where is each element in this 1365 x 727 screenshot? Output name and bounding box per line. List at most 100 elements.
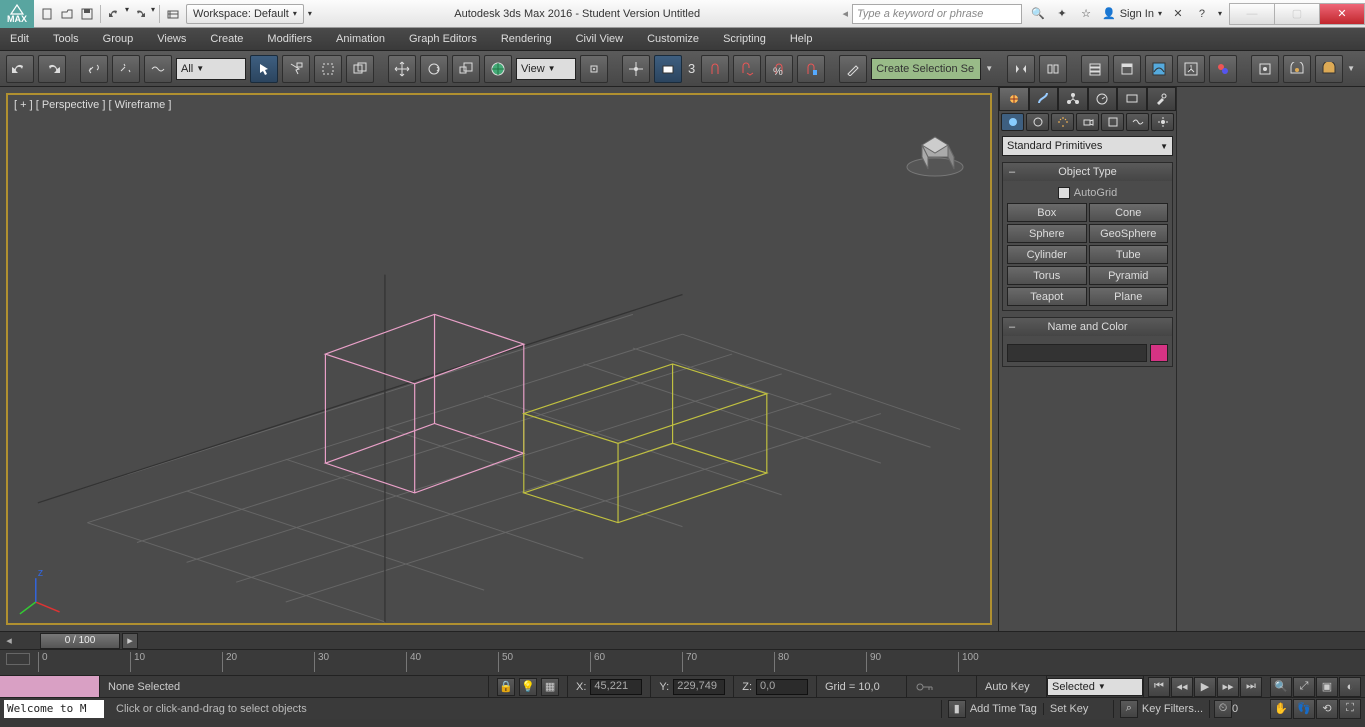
selection-filter-dropdown[interactable]: All▼ xyxy=(176,58,246,80)
render-frame-icon[interactable] xyxy=(1283,55,1311,83)
auto-key-button[interactable]: Auto Key xyxy=(977,676,1047,697)
named-selection-dropdown[interactable]: Create Selection Se xyxy=(871,58,981,80)
create-sphere-button[interactable]: Sphere xyxy=(1007,224,1087,243)
modify-tab[interactable] xyxy=(1029,87,1059,111)
select-by-name-icon[interactable] xyxy=(282,55,310,83)
save-icon[interactable] xyxy=(78,5,96,23)
zoom-icon[interactable]: 🔍 xyxy=(1270,677,1292,697)
viewcube[interactable] xyxy=(900,115,970,185)
window-crossing-icon[interactable] xyxy=(346,55,374,83)
rollout-header-object-type[interactable]: –Object Type xyxy=(1003,163,1172,181)
link-icon[interactable] xyxy=(80,55,108,83)
y-input[interactable]: 229,749 xyxy=(673,679,725,695)
next-frame-icon[interactable]: ▸▸ xyxy=(1217,677,1239,697)
scale-icon[interactable] xyxy=(452,55,480,83)
isolate-icon[interactable]: 💡 xyxy=(519,678,537,696)
menu-rendering[interactable]: Rendering xyxy=(501,33,552,45)
search-icon[interactable]: 🔍 xyxy=(1030,6,1046,22)
menu-modifiers[interactable]: Modifiers xyxy=(267,33,312,45)
create-geosphere-button[interactable]: GeoSphere xyxy=(1089,224,1169,243)
ref-coord-dropdown[interactable]: View▼ xyxy=(516,58,576,80)
menu-grapheditors[interactable]: Graph Editors xyxy=(409,33,477,45)
menu-civilview[interactable]: Civil View xyxy=(576,33,623,45)
create-pyramid-button[interactable]: Pyramid xyxy=(1089,266,1169,285)
display-tab[interactable] xyxy=(1117,87,1147,111)
create-plane-button[interactable]: Plane xyxy=(1089,287,1169,306)
time-ruler[interactable]: 0102030405060708090100 xyxy=(0,649,1365,675)
helpers-subtab[interactable] xyxy=(1101,113,1124,131)
redo-icon[interactable] xyxy=(131,5,149,23)
pan-icon[interactable]: ✋ xyxy=(1270,699,1292,719)
goto-end-icon[interactable]: ⏭ xyxy=(1240,677,1262,697)
create-torus-button[interactable]: Torus xyxy=(1007,266,1087,285)
hierarchy-tab[interactable] xyxy=(1058,87,1088,111)
menu-tools[interactable]: Tools xyxy=(53,33,79,45)
redo-button[interactable] xyxy=(38,55,66,83)
selection-lock-icon[interactable]: 🔒 xyxy=(497,678,515,696)
percent-snap-icon[interactable]: % xyxy=(765,55,793,83)
help-icon[interactable]: ? xyxy=(1194,6,1210,22)
time-config-icon[interactable]: ⏲ xyxy=(1214,700,1232,718)
edit-named-sel-icon[interactable] xyxy=(839,55,867,83)
create-cylinder-button[interactable]: Cylinder xyxy=(1007,245,1087,264)
time-slider-end[interactable]: ▸ xyxy=(122,633,138,649)
pivot-icon[interactable] xyxy=(580,55,608,83)
select-place-icon[interactable] xyxy=(484,55,512,83)
keymode-dropdown[interactable]: Selected▼ xyxy=(1047,678,1143,696)
unlink-icon[interactable] xyxy=(112,55,140,83)
utilities-tab[interactable] xyxy=(1147,87,1177,111)
exchange-icon[interactable]: ✕ xyxy=(1170,6,1186,22)
mirror-icon[interactable] xyxy=(1007,55,1035,83)
bind-spacewarp-icon[interactable] xyxy=(144,55,172,83)
create-teapot-button[interactable]: Teapot xyxy=(1007,287,1087,306)
new-icon[interactable] xyxy=(38,5,56,23)
maximize-viewport-icon[interactable]: ⛶ xyxy=(1339,699,1361,719)
goto-start-icon[interactable]: ⏮ xyxy=(1148,677,1170,697)
workspace-dropdown[interactable]: Workspace: Default ▾ xyxy=(186,4,304,24)
material-editor-icon[interactable] xyxy=(1209,55,1237,83)
toggle-ribbon-icon[interactable] xyxy=(1113,55,1141,83)
shapes-subtab[interactable] xyxy=(1026,113,1049,131)
geometry-subtab[interactable] xyxy=(1001,113,1024,131)
maxscript-mini-listener[interactable] xyxy=(0,676,100,697)
zoom-all-icon[interactable]: ⤢ xyxy=(1293,677,1315,697)
select-object-icon[interactable] xyxy=(250,55,278,83)
menu-animation[interactable]: Animation xyxy=(336,33,385,45)
render-icon[interactable] xyxy=(1315,55,1343,83)
snap-toggle-icon[interactable] xyxy=(701,55,729,83)
menu-group[interactable]: Group xyxy=(103,33,134,45)
keyboard-shortcut-icon[interactable] xyxy=(654,55,682,83)
render-setup-icon[interactable] xyxy=(1251,55,1279,83)
z-input[interactable]: 0,0 xyxy=(756,679,808,695)
select-region-icon[interactable] xyxy=(314,55,342,83)
create-cone-button[interactable]: Cone xyxy=(1089,203,1169,222)
app-menu-button[interactable]: MAX xyxy=(0,0,34,28)
category-dropdown[interactable]: Standard Primitives▼ xyxy=(1002,136,1173,156)
current-frame-input[interactable]: 0 xyxy=(1232,703,1262,715)
menu-help[interactable]: Help xyxy=(790,33,813,45)
menu-edit[interactable]: Edit xyxy=(10,33,29,45)
viewport-label[interactable]: [ + ] [ Perspective ] [ Wireframe ] xyxy=(14,99,171,111)
menu-views[interactable]: Views xyxy=(157,33,186,45)
curve-editor-icon[interactable] xyxy=(1145,55,1173,83)
x-input[interactable]: 45,221 xyxy=(590,679,642,695)
project-icon[interactable] xyxy=(164,5,182,23)
add-time-tag[interactable]: Add Time Tag xyxy=(970,703,1037,715)
lights-subtab[interactable] xyxy=(1051,113,1074,131)
maximize-button[interactable]: ▢ xyxy=(1274,3,1320,25)
object-name-input[interactable] xyxy=(1007,344,1147,362)
favorite-icon[interactable]: ☆ xyxy=(1078,6,1094,22)
layer-explorer-icon[interactable] xyxy=(1081,55,1109,83)
create-tab[interactable] xyxy=(999,87,1029,111)
schematic-view-icon[interactable] xyxy=(1177,55,1205,83)
listener-output[interactable]: Welcome to M xyxy=(4,700,104,718)
walk-icon[interactable]: 👣 xyxy=(1293,699,1315,719)
time-slider-thumb[interactable]: 0 / 100 xyxy=(40,633,120,649)
zoom-extents-icon[interactable]: ▣ xyxy=(1316,677,1338,697)
rotate-icon[interactable] xyxy=(420,55,448,83)
timetag-icon[interactable]: ▮ xyxy=(948,700,966,718)
rollout-header-name-color[interactable]: –Name and Color xyxy=(1003,318,1172,336)
motion-tab[interactable] xyxy=(1088,87,1118,111)
viewport-perspective[interactable]: [ + ] [ Perspective ] [ Wireframe ] xyxy=(6,93,992,625)
autogrid-checkbox[interactable]: AutoGrid xyxy=(1007,185,1168,203)
